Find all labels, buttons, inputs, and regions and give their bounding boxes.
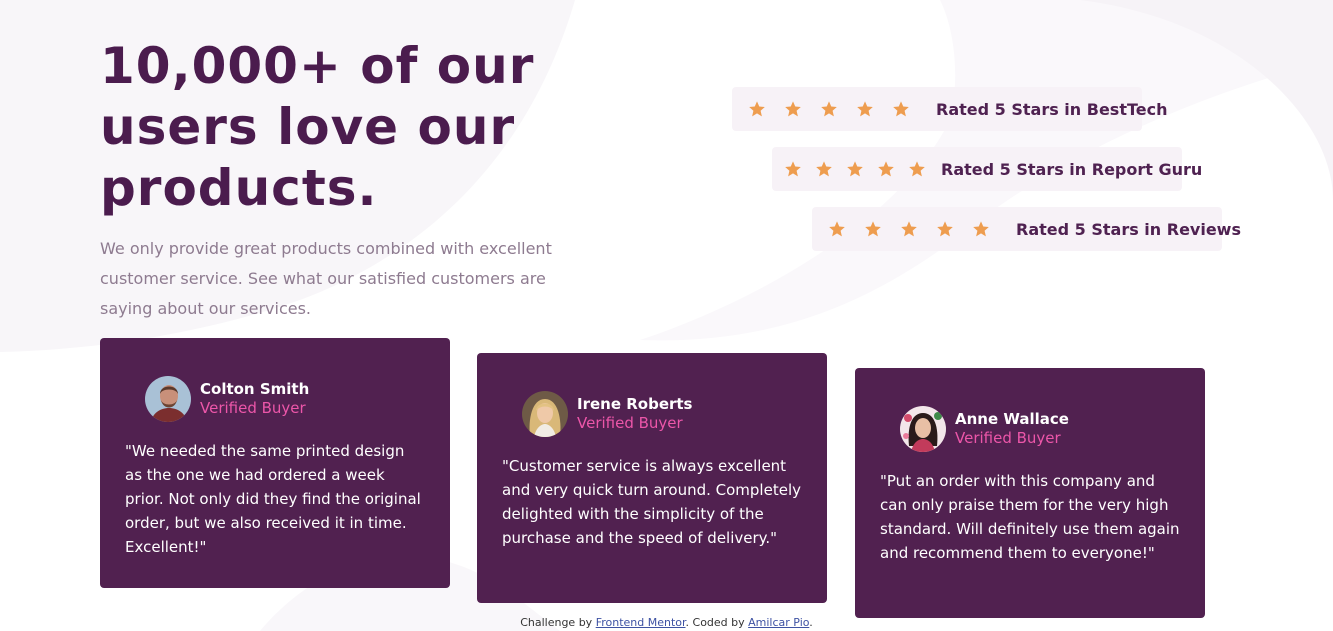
rating-report-guru: Rated 5 Stars in Report Guru: [772, 147, 1202, 191]
page-heading: 10,000+ of our users love our products.: [100, 37, 535, 217]
avatar: [522, 391, 568, 437]
reviewer-header: Anne Wallace Verified Buyer: [900, 406, 1180, 452]
star-icon: [878, 161, 894, 177]
rating-label: Rated 5 Stars in BestTech: [936, 99, 1168, 119]
star-icon: [816, 161, 832, 177]
star-icon: [973, 221, 989, 237]
intro-text: We only provide great products combined …: [100, 239, 552, 318]
verified-badge: Verified Buyer: [200, 399, 306, 417]
rating-label: Rated 5 Stars in Reviews: [1016, 219, 1241, 239]
verified-badge: Verified Buyer: [955, 429, 1061, 447]
testimonial-quote: "We needed the same printed design as th…: [125, 442, 421, 556]
star-row: [828, 220, 990, 238]
reviewer-name: Colton Smith: [200, 380, 310, 398]
star-icon: [847, 161, 863, 177]
avatar: [900, 406, 946, 452]
reviewer-info: Anne Wallace Verified Buyer: [955, 410, 1069, 448]
testimonial-card-anne: Anne Wallace Verified Buyer "Put an orde…: [855, 368, 1205, 618]
reviewer-info: Colton Smith Verified Buyer: [200, 380, 309, 418]
star-icon: [901, 221, 917, 237]
testimonial-card-colton: Colton Smith Verified Buyer "We needed t…: [100, 338, 450, 588]
attribution-middle: . Coded by: [685, 616, 745, 629]
rating-label: Rated 5 Stars in Report Guru: [941, 159, 1203, 179]
star-icon: [785, 101, 801, 117]
reviewer-header: Irene Roberts Verified Buyer: [522, 391, 802, 437]
author-link[interactable]: Amilcar Pio: [748, 616, 809, 629]
star-icon: [829, 221, 845, 237]
avatar: [145, 376, 191, 422]
reviewer-name: Irene Roberts: [577, 395, 693, 413]
testimonial-card-irene: Irene Roberts Verified Buyer "Customer s…: [477, 353, 827, 603]
star-icon: [865, 221, 881, 237]
reviewer-name: Anne Wallace: [955, 410, 1069, 428]
star-icon: [857, 101, 873, 117]
attribution: Challenge by Frontend Mentor. Coded by A…: [0, 616, 1333, 629]
star-icon: [821, 101, 837, 117]
testimonial-quote: "Customer service is always excellent an…: [502, 457, 801, 547]
star-row: [784, 160, 926, 178]
star-icon: [893, 101, 909, 117]
attribution-suffix: .: [809, 616, 813, 629]
verified-badge: Verified Buyer: [577, 414, 683, 432]
star-icon: [749, 101, 765, 117]
rating-besttech: Rated 5 Stars in BestTech: [732, 87, 1167, 131]
rating-reviews: Rated 5 Stars in Reviews: [812, 207, 1241, 251]
reviewer-info: Irene Roberts Verified Buyer: [577, 395, 693, 433]
star-icon: [937, 221, 953, 237]
frontend-mentor-link[interactable]: Frontend Mentor: [596, 616, 686, 629]
star-icon: [909, 161, 925, 177]
reviewer-header: Colton Smith Verified Buyer: [145, 376, 425, 422]
star-icon: [785, 161, 801, 177]
testimonial-quote: "Put an order with this company and can …: [880, 472, 1180, 562]
attribution-prefix: Challenge by: [520, 616, 593, 629]
star-row: [748, 100, 910, 118]
